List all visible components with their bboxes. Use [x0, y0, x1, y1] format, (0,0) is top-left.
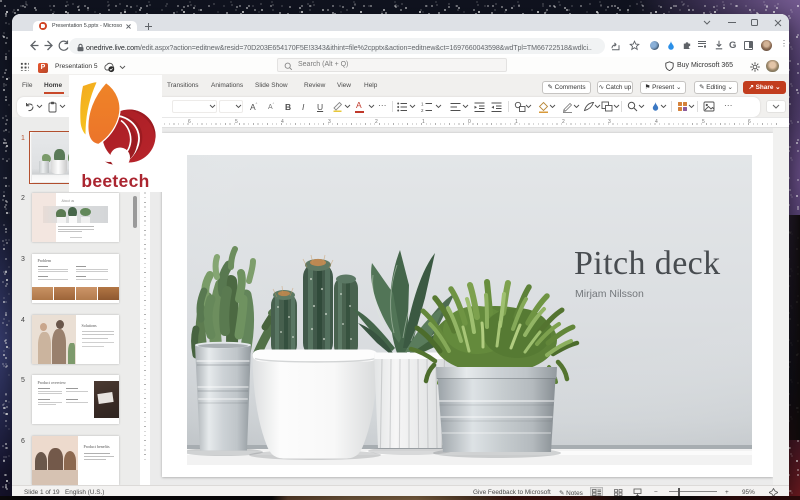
svg-text:2: 2	[421, 108, 424, 112]
svg-text:1: 1	[421, 102, 424, 107]
